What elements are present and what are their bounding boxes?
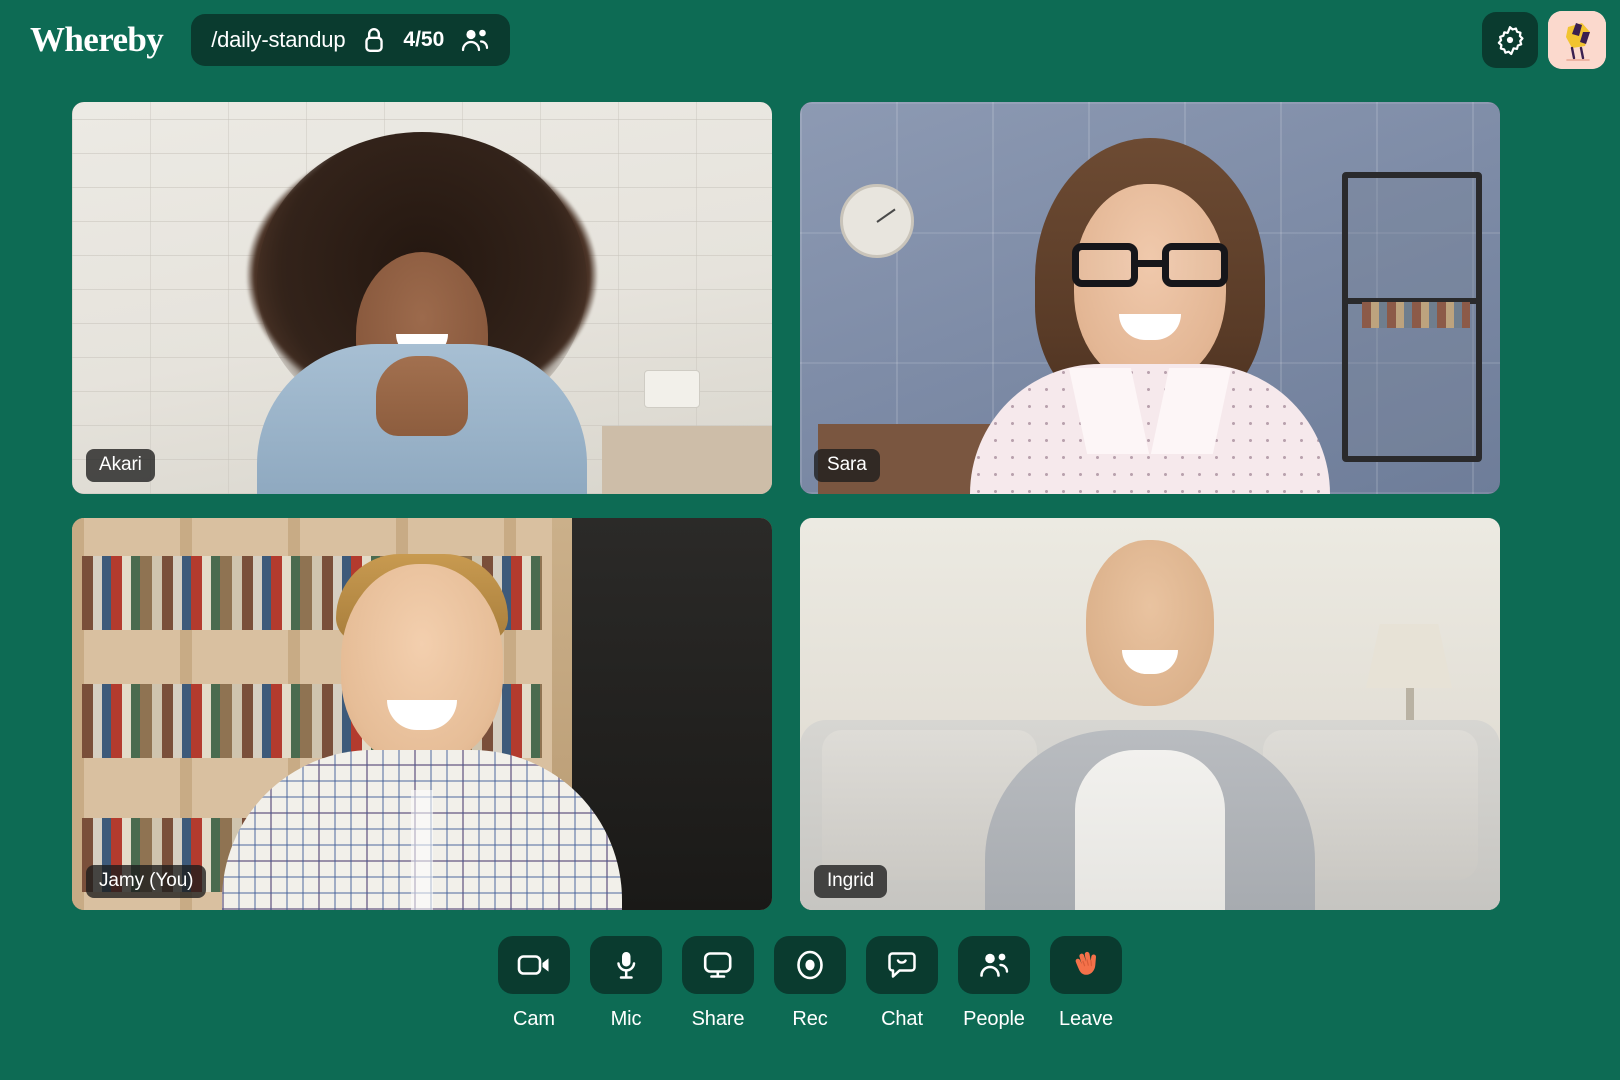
cam-label: Cam — [513, 1008, 555, 1030]
video-stream-jamy — [72, 518, 772, 910]
chat-button[interactable]: Chat — [862, 936, 942, 1031]
avatar[interactable] — [1548, 11, 1606, 69]
camera-icon — [498, 936, 570, 994]
participant-name-badge: Akari — [86, 449, 155, 482]
chat-label: Chat — [881, 1008, 923, 1030]
people-button[interactable]: People — [954, 936, 1034, 1031]
participant-count: 4/50 — [403, 28, 445, 51]
room-info-pill[interactable]: /daily-standup 4/50 — [191, 14, 511, 66]
video-tile[interactable]: Akari — [72, 102, 772, 494]
lock-icon — [361, 26, 387, 54]
brand-logo: Whereby — [30, 20, 164, 59]
video-tile[interactable]: Sara — [800, 102, 1500, 494]
waving-hand-icon — [1050, 936, 1122, 994]
cam-button[interactable]: Cam — [494, 936, 574, 1031]
leave-button[interactable]: Leave — [1046, 936, 1126, 1031]
meeting-toolbar: Cam Mic Share Rec Chat People Leave — [0, 912, 1620, 1080]
participant-name-badge: Sara — [814, 449, 880, 482]
room-name: /daily-standup — [211, 27, 346, 52]
screen-share-icon — [682, 936, 754, 994]
video-stream-akari — [72, 102, 772, 494]
whereby-meeting-room: Whereby /daily-standup 4/50 Akari Sara J… — [0, 0, 1620, 1080]
gear-icon[interactable] — [1482, 12, 1538, 68]
chat-bubble-icon — [866, 936, 938, 994]
record-icon — [774, 936, 846, 994]
participant-name-badge: Ingrid — [814, 865, 887, 898]
people-label: People — [963, 1008, 1025, 1030]
participant-name-badge: Jamy (You) — [86, 865, 207, 898]
video-grid: Akari Sara Jamy (You) Ingrid — [72, 102, 1550, 910]
share-label: Share — [691, 1008, 745, 1030]
rec-button[interactable]: Rec — [770, 936, 850, 1031]
app-header: Whereby /daily-standup 4/50 — [0, 0, 1620, 80]
people-icon — [958, 936, 1030, 994]
video-stream-ingrid — [800, 518, 1500, 910]
mic-label: Mic — [610, 1008, 642, 1030]
video-stream-sara — [800, 102, 1500, 494]
video-tile[interactable]: Jamy (You) — [72, 518, 772, 910]
microphone-icon — [590, 936, 662, 994]
video-tile[interactable]: Ingrid — [800, 518, 1500, 910]
people-icon — [460, 27, 490, 53]
mic-button[interactable]: Mic — [586, 936, 666, 1031]
share-button[interactable]: Share — [678, 936, 758, 1031]
rec-label: Rec — [792, 1008, 828, 1030]
leave-label: Leave — [1059, 1008, 1113, 1030]
